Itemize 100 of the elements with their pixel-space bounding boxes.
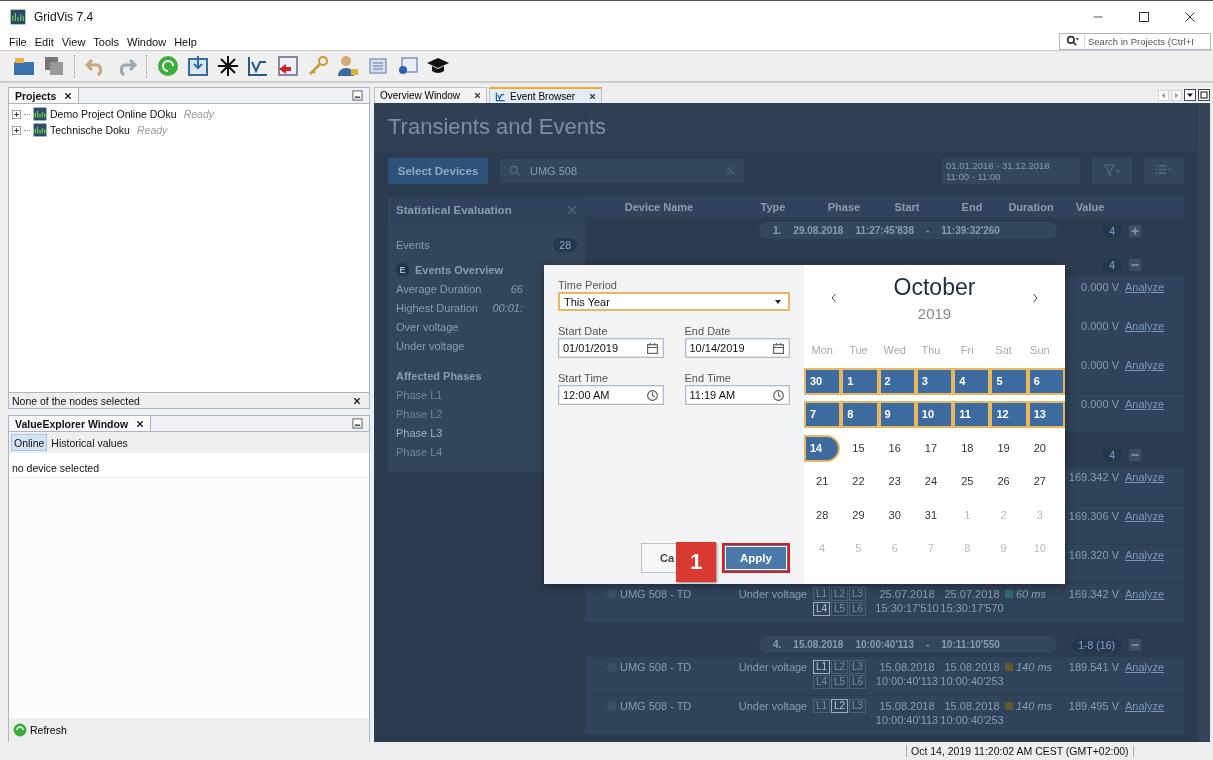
clock-icon[interactable]: [772, 388, 785, 402]
calendar-day[interactable]: 12: [990, 401, 1028, 428]
minimize-icon[interactable]: [352, 418, 363, 429]
close-icon[interactable]: [1184, 11, 1196, 23]
calendar-day[interactable]: 17: [912, 434, 950, 462]
expand-icon[interactable]: [12, 109, 21, 119]
tab[interactable]: Historical values: [49, 434, 130, 451]
column-header[interactable]: Type: [733, 201, 813, 213]
calendar-day[interactable]: 5: [990, 367, 1028, 395]
cancel-button[interactable]: Ca: [641, 543, 676, 573]
event-group-bar[interactable]: 4. 15.08.2018 10:00:40'113 - 10:11:10'550: [759, 636, 1057, 653]
clock-icon[interactable]: [645, 388, 659, 402]
collapse-icon[interactable]: [1129, 258, 1141, 271]
chart-icon[interactable]: [246, 54, 270, 78]
column-header[interactable]: Device Name: [585, 201, 733, 213]
column-header[interactable]: Phase: [813, 201, 875, 213]
event-group-bar[interactable]: 1. 29.08.2018 11:27:45'838 - 11:39:32'260: [759, 222, 1057, 239]
column-header[interactable]: Start: [875, 201, 939, 213]
analyze-link[interactable]: Analyze: [1123, 397, 1173, 411]
calendar-day[interactable]: 1: [841, 367, 879, 395]
tab[interactable]: Online: [11, 434, 48, 451]
analyze-link[interactable]: Analyze: [1123, 587, 1173, 601]
network-icon[interactable]: [216, 54, 240, 78]
maximize-icon[interactable]: [1138, 11, 1150, 23]
menu-item[interactable]: View: [60, 35, 87, 48]
calendar-day[interactable]: 2: [878, 367, 916, 395]
calendar-day[interactable]: 24: [912, 468, 950, 495]
calendar-day[interactable]: 28: [804, 501, 841, 529]
panel-tab[interactable]: ValueExplorer Window: [9, 416, 152, 431]
calendar-day[interactable]: 15: [840, 434, 877, 462]
analyze-link[interactable]: Analyze: [1123, 280, 1173, 294]
calendar-day[interactable]: 22: [840, 468, 877, 495]
date-range-field[interactable]: 01.01.2018 - 31.12.2018 11:00 - 11:00: [942, 158, 1080, 184]
search-field[interactable]: Search in Projects (Ctrl+I: [1059, 33, 1211, 50]
calendar-day[interactable]: 27: [1021, 468, 1058, 495]
calendar-day[interactable]: 21: [804, 468, 841, 495]
menu-item[interactable]: File: [8, 35, 28, 48]
calendar-day[interactable]: 20: [1021, 434, 1058, 462]
device-search-field[interactable]: UMG 508: [500, 159, 744, 183]
start-time-field[interactable]: 12:00 AM: [558, 385, 664, 405]
calendar-day[interactable]: 26: [985, 468, 1022, 495]
menu-item[interactable]: Window: [126, 35, 168, 48]
analyze-link[interactable]: Analyze: [1123, 319, 1173, 333]
search-icon[interactable]: [1065, 35, 1079, 48]
column-header[interactable]: End: [939, 201, 1005, 213]
user-lock-icon[interactable]: [336, 54, 360, 78]
calendar-day[interactable]: 19: [985, 434, 1022, 462]
calendar-day[interactable]: 29: [840, 501, 877, 529]
end-date-field[interactable]: 10/14/2019: [684, 338, 790, 358]
calendar-day[interactable]: 25: [949, 468, 986, 495]
minimize-icon[interactable]: [352, 90, 363, 101]
apply-button[interactable]: Apply: [722, 543, 790, 573]
calendar-day[interactable]: 16: [876, 434, 913, 462]
menu-item[interactable]: Help: [173, 35, 198, 48]
start-date-field[interactable]: 01/01/2019: [558, 338, 664, 358]
phase-filter[interactable]: Phase L3: [396, 426, 443, 439]
analyze-link[interactable]: Analyze: [1123, 699, 1173, 713]
editor-tab[interactable]: Event Browser: [489, 87, 603, 103]
close-icon[interactable]: [353, 396, 361, 405]
refresh-icon[interactable]: [156, 54, 180, 78]
calendar-day[interactable]: 7: [804, 401, 842, 428]
calendar-day[interactable]: 9: [878, 401, 916, 428]
maximize-icon[interactable]: [1198, 89, 1210, 101]
end-time-field[interactable]: 11:19 AM: [684, 385, 790, 405]
collapse-icon[interactable]: [1129, 638, 1141, 651]
calendar-day[interactable]: 8: [841, 401, 879, 428]
scroll-left-icon[interactable]: [1158, 89, 1169, 101]
menu-item[interactable]: Tools: [92, 35, 121, 48]
time-period-dropdown[interactable]: This Year: [558, 292, 790, 311]
disk-stack-icon[interactable]: [42, 54, 66, 78]
analyze-link[interactable]: Analyze: [1123, 470, 1173, 484]
calendar-day[interactable]: 11: [953, 401, 991, 428]
dropdown-icon[interactable]: [1184, 89, 1196, 101]
calendar-day[interactable]: 4: [953, 367, 991, 395]
editor-tab[interactable]: Overview Window: [374, 87, 488, 103]
calendar-day[interactable]: 23: [876, 468, 913, 495]
calendar-day[interactable]: 10: [915, 401, 954, 428]
analyze-link[interactable]: Analyze: [1123, 548, 1173, 562]
collapse-icon[interactable]: [1129, 448, 1141, 461]
select-devices-button[interactable]: Select Devices: [388, 158, 488, 184]
analyze-link[interactable]: Analyze: [1123, 509, 1173, 523]
scrollbar[interactable]: [1198, 103, 1210, 743]
column-header[interactable]: Value: [1057, 201, 1123, 213]
refresh-button[interactable]: Refresh: [9, 718, 369, 742]
calendar-day[interactable]: 13: [1027, 401, 1065, 428]
calendar-icon[interactable]: [772, 341, 785, 355]
column-header[interactable]: Duration: [1005, 201, 1057, 213]
analyze-link[interactable]: Analyze: [1123, 660, 1173, 674]
tree-item[interactable]: Technische Doku: [50, 124, 130, 136]
panel-tab[interactable]: Projects: [9, 88, 80, 103]
calendar-icon[interactable]: [645, 341, 659, 355]
import-icon[interactable]: [186, 54, 210, 78]
analyze-link[interactable]: Analyze: [1123, 358, 1173, 372]
expand-icon[interactable]: [12, 125, 21, 135]
calendar-day[interactable]: 30: [804, 367, 842, 395]
calendar-day[interactable]: 18: [949, 434, 986, 462]
calendar-day[interactable]: 14: [804, 434, 841, 462]
calendar-day[interactable]: 3: [915, 367, 954, 395]
tree-item[interactable]: Demo Project Online DOku: [50, 108, 177, 120]
calendar-day[interactable]: 31: [912, 501, 950, 529]
